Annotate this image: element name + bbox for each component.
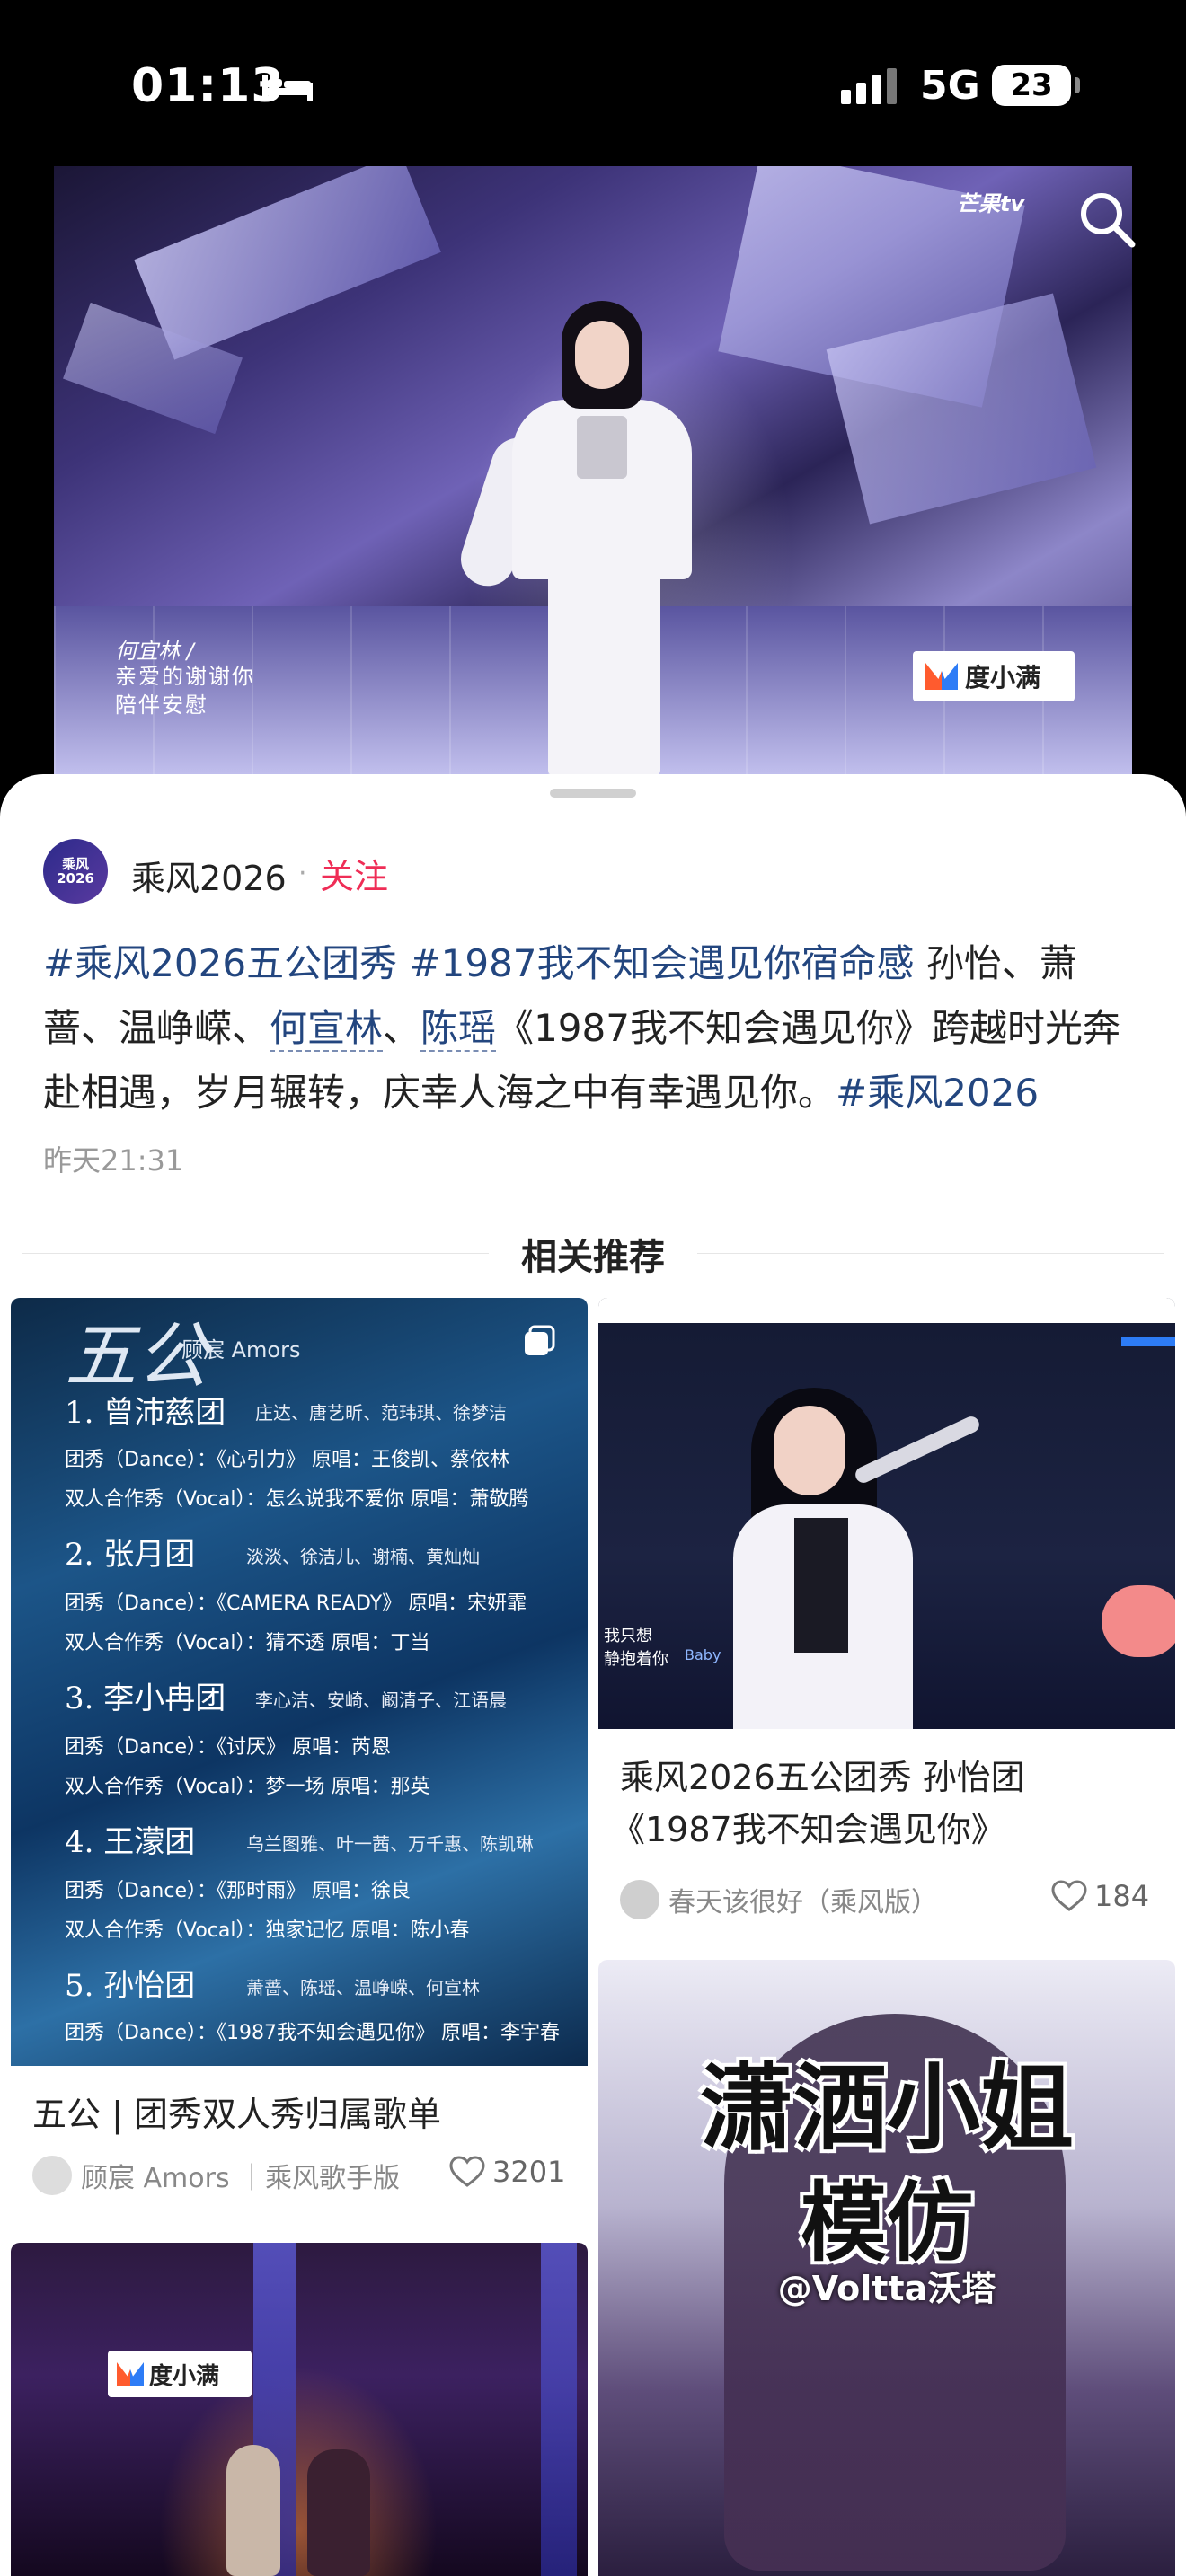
- author-name: 春天该很好（乘风版）: [668, 1887, 938, 1919]
- hashtag[interactable]: #乘风2026五公团秀: [43, 941, 397, 985]
- thumb-handle: @Voltta沃塔: [777, 2269, 996, 2308]
- separator-dot: ·: [298, 858, 307, 889]
- card-thumbnail: 潇洒小姐 模仿 @Voltta沃塔: [598, 1960, 1175, 2576]
- card-author[interactable]: 春天该很好（乘风版）: [620, 1880, 938, 1919]
- sponsor-logo-icon: [925, 663, 958, 690]
- setlist-dance: 团秀（Dance）：《1987我不知会遇见你》 原唱：李宇春: [65, 2022, 560, 2044]
- divider: [697, 1253, 1164, 1254]
- recommend-card-video[interactable]: 我只想 静抱着你 Baby 乘风2026五公团秀 孙怡团 《1987我不知会遇见…: [598, 1298, 1175, 1949]
- setlist-members: 淡淡、徐洁儿、谢楠、黄灿灿: [246, 1546, 480, 1567]
- thumb-headline: 潇洒小姐: [699, 2053, 1074, 2163]
- setlist-heading-sub: 顾宸 Amors: [181, 1337, 301, 1363]
- sleep-focus-icon: [262, 75, 313, 101]
- setlist-vocal: 双人合作秀（Vocal）：怎么说我不爱你 原唱：萧敬腾: [65, 1488, 529, 1511]
- like-count: 184: [1094, 1879, 1150, 1913]
- card-title-line[interactable]: 《1987我不知会遇见你》: [611, 1804, 1005, 1856]
- card-title[interactable]: 五公 | 团秀双人秀归属歌单: [32, 2088, 441, 2140]
- cellular-signal-icon: [841, 68, 897, 104]
- sponsor-name: 度小满: [965, 663, 1041, 693]
- sponsor-name: 度小满: [149, 2362, 220, 2390]
- setlist-dance: 团秀（Dance）：《讨厌》 原唱：芮恩: [65, 1736, 391, 1759]
- sponsor-badge: 度小满: [108, 2351, 252, 2397]
- author-avatar: [32, 2156, 72, 2195]
- multi-image-icon: [525, 1325, 555, 1355]
- card-thumbnail: 度小满: [11, 2243, 588, 2576]
- heart-icon: [449, 2156, 485, 2187]
- post-timestamp: 昨天21:31: [43, 1143, 184, 1178]
- status-bar: 01:13 5G 23: [0, 0, 1186, 166]
- stage-light-beam: [541, 2243, 577, 2576]
- setlist-members: 庄达、唐艺昕、范玮琪、徐梦洁: [255, 1402, 507, 1424]
- thumb-top-bar: [598, 1298, 1175, 1323]
- setlist-team: 4. 王濛团: [65, 1824, 196, 1860]
- setlist-dance: 团秀（Dance）：《那时雨》 原唱：徐良: [65, 1880, 411, 1902]
- account-avatar[interactable]: 乘风 2026: [43, 839, 108, 904]
- thumb-subtitle: 静抱着你: [604, 1650, 668, 1669]
- account-name[interactable]: 乘风2026: [131, 851, 287, 900]
- sponsor-logo-icon: [117, 2362, 144, 2386]
- thumb-subtitle: 我只想: [604, 1627, 652, 1645]
- setlist-team: 5. 孙怡团: [65, 1968, 196, 2004]
- performer-figure: [226, 2445, 280, 2576]
- follow-button[interactable]: 关注: [320, 849, 388, 898]
- setlist-dance: 团秀（Dance）：《CAMERA READY》 原唱：宋妍霏: [65, 1592, 527, 1615]
- thumb-headline: 模仿: [801, 2173, 973, 2273]
- hashtag[interactable]: #1987我不知会遇见你宿命感: [409, 941, 914, 985]
- card-thumbnail: 五公 顾宸 Amors 1. 曾沛慈团 庄达、唐艺昕、范玮琪、徐梦洁 团秀（Da…: [11, 1298, 588, 2066]
- hashtag[interactable]: #乘风2026: [836, 1071, 1039, 1115]
- singer-face: [774, 1406, 845, 1495]
- singer-figure: [454, 301, 710, 777]
- setlist-team: 1. 曾沛慈团: [65, 1395, 226, 1431]
- network-type: 5G: [920, 63, 980, 109]
- heart-icon: [1051, 1880, 1087, 1911]
- recommend-card-video[interactable]: 潇洒小姐 模仿 @Voltta沃塔: [598, 1960, 1175, 2576]
- recommend-card-setlist[interactable]: 五公 顾宸 Amors 1. 曾沛慈团 庄达、唐艺昕、范玮琪、徐梦洁 团秀（Da…: [11, 1298, 588, 2205]
- setlist-team: 3. 李小冉团: [65, 1681, 226, 1716]
- divider: [22, 1253, 489, 1254]
- sheet-drag-handle[interactable]: [550, 789, 636, 798]
- setlist-members: 乌兰图雅、叶一茜、万千惠、陈凯琳: [246, 1833, 534, 1855]
- like-button[interactable]: 3201: [449, 2155, 565, 2189]
- thumb-accent: [1121, 1337, 1175, 1346]
- channel-watermark: 芒果tv: [957, 191, 1025, 216]
- setlist-vocal: 双人合作秀（Vocal）：梦一场 原唱：那英: [65, 1776, 430, 1798]
- setlist-vocal: 双人合作秀（Vocal）：独家记忆 原唱：陈小春: [65, 1919, 470, 1942]
- post-text-segment: 、: [383, 1006, 421, 1050]
- search-icon[interactable]: [1075, 187, 1139, 251]
- subtitle-line: 亲爱的谢谢你: [115, 664, 255, 689]
- mention[interactable]: 陈瑶: [420, 1006, 497, 1052]
- related-heading: 相关推荐: [503, 1228, 683, 1280]
- author-name: 顾宸 Amors ｜乘风歌手版: [81, 2163, 401, 2194]
- setlist-members: 萧蔷、陈瑶、温峥嵘、何宣林: [246, 1977, 480, 1998]
- setlist-members: 李心洁、安崎、阚清子、江语晨: [255, 1689, 507, 1711]
- singer-top: [794, 1518, 848, 1653]
- card-author[interactable]: 顾宸 Amors ｜乘风歌手版: [32, 2156, 400, 2195]
- sponsor-badge: 度小满: [913, 651, 1075, 701]
- stage-prop: [134, 166, 441, 360]
- mention[interactable]: 何宣林: [270, 1006, 384, 1052]
- setlist-team: 2. 张月团: [65, 1537, 196, 1573]
- thumb-subtitle: Baby: [685, 1646, 721, 1663]
- battery-tip: [1075, 77, 1080, 93]
- battery-indicator: 23: [992, 65, 1071, 106]
- performer-figure: [307, 2449, 370, 2576]
- like-count: 3201: [492, 2155, 566, 2189]
- card-title-line[interactable]: 乘风2026五公团秀 孙怡团: [620, 1751, 1025, 1804]
- post-text: #乘风2026五公团秀 #1987我不知会遇见你宿命感 孙怡、萧蔷、温峥嵘、何宣…: [43, 931, 1148, 1125]
- setlist-vocal: 双人合作秀（Vocal）：猜不透 原唱：丁当: [65, 1632, 430, 1654]
- recommend-card-video[interactable]: 度小满: [11, 2243, 588, 2576]
- heart-prop: [1102, 1585, 1175, 1657]
- author-avatar: [620, 1880, 659, 1919]
- card-thumbnail: 我只想 静抱着你 Baby: [598, 1298, 1175, 1729]
- like-button[interactable]: 184: [1051, 1879, 1149, 1913]
- subtitle-line: 陪伴安慰: [115, 693, 208, 718]
- setlist-dance: 团秀（Dance）：《心引力》 原唱：王俊凯、蔡依林: [65, 1449, 509, 1471]
